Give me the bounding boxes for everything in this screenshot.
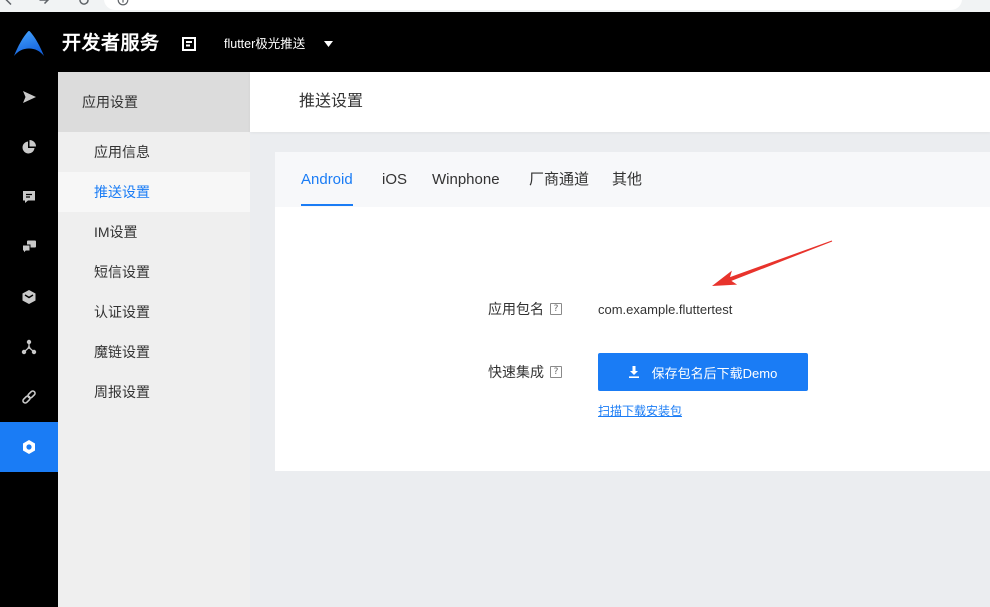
reload-icon[interactable] xyxy=(78,0,90,6)
nav-item-push[interactable] xyxy=(0,72,58,122)
settings-icon xyxy=(21,439,37,455)
help-icon[interactable]: ? xyxy=(550,366,562,378)
platform-tabs: Android iOS Winphone 厂商通道 其他 xyxy=(275,152,990,207)
tab-vendor-channels[interactable]: 厂商通道 xyxy=(529,152,589,207)
pie-chart-icon xyxy=(21,139,37,155)
nav-item-cluster[interactable] xyxy=(0,322,58,372)
sidebar-item-sms-settings[interactable]: 短信设置 xyxy=(58,252,250,292)
package-name-label: 应用包名 xyxy=(488,301,544,317)
app-name: flutter极光推送 xyxy=(224,37,306,51)
download-icon xyxy=(628,366,639,378)
quick-integration-label: 快速集成 xyxy=(488,364,544,380)
brand-title: 开发者服务 xyxy=(62,33,160,54)
scan-download-link[interactable]: 扫描下载安装包 xyxy=(598,403,682,419)
nav-item-messages[interactable] xyxy=(0,172,58,222)
sidebar-item-magic-link-settings[interactable]: 魔链设置 xyxy=(58,332,250,372)
sidebar-title: 应用设置 xyxy=(58,72,250,132)
help-icon[interactable]: ? xyxy=(550,303,562,315)
document-icon xyxy=(182,37,196,51)
download-demo-label: 保存包名后下载Demo xyxy=(651,365,778,381)
sidebar-item-weekly-report-settings[interactable]: 周报设置 xyxy=(58,372,250,412)
nav-item-app-settings[interactable] xyxy=(0,422,58,472)
nodes-icon xyxy=(21,339,37,355)
sidebar-item-im-settings[interactable]: IM设置 xyxy=(58,212,250,252)
push-settings-card: Android iOS Winphone 厂商通道 其他 应用包名 ? com.… xyxy=(275,152,990,471)
nav-item-security[interactable] xyxy=(0,272,58,322)
nav-item-im[interactable] xyxy=(0,222,58,272)
address-bar[interactable] xyxy=(104,0,962,10)
caret-down-icon xyxy=(324,41,333,47)
chat-device-icon xyxy=(21,239,37,255)
shield-icon xyxy=(21,289,37,305)
info-icon[interactable] xyxy=(117,0,129,6)
tab-ios[interactable]: iOS xyxy=(382,152,407,207)
page-header: 推送设置 xyxy=(250,72,990,132)
download-demo-button[interactable]: 保存包名后下载Demo xyxy=(598,353,808,391)
browser-toolbar xyxy=(0,0,990,12)
nav-item-statistics[interactable] xyxy=(0,122,58,172)
page-title: 推送设置 xyxy=(299,93,364,110)
tab-android[interactable]: Android xyxy=(301,152,353,207)
package-name-value: com.example.fluttertest xyxy=(598,302,733,317)
tab-winphone[interactable]: Winphone xyxy=(432,152,500,207)
icon-sidebar xyxy=(0,72,58,607)
sidebar-item-app-info[interactable]: 应用信息 xyxy=(58,132,250,172)
sidebar-item-auth-settings[interactable]: 认证设置 xyxy=(58,292,250,332)
top-header: 开发者服务 flutter极光推送 xyxy=(0,12,990,72)
sidebar-item-push-settings[interactable]: 推送设置 xyxy=(58,172,250,212)
back-icon[interactable] xyxy=(3,0,15,6)
link-icon xyxy=(21,389,37,405)
app-switcher[interactable]: flutter极光推送 xyxy=(176,12,342,72)
home-link[interactable]: 开发者服务 xyxy=(0,12,168,72)
tab-other[interactable]: 其他 xyxy=(612,152,642,207)
nav-item-links[interactable] xyxy=(0,372,58,422)
settings-sidebar: 应用设置 应用信息 推送设置 IM设置 短信设置 认证设置 魔链设置 周报设置 xyxy=(58,72,250,607)
send-icon xyxy=(21,89,37,105)
forward-icon[interactable] xyxy=(38,0,50,6)
logo-icon xyxy=(14,30,44,56)
message-icon xyxy=(21,189,37,205)
